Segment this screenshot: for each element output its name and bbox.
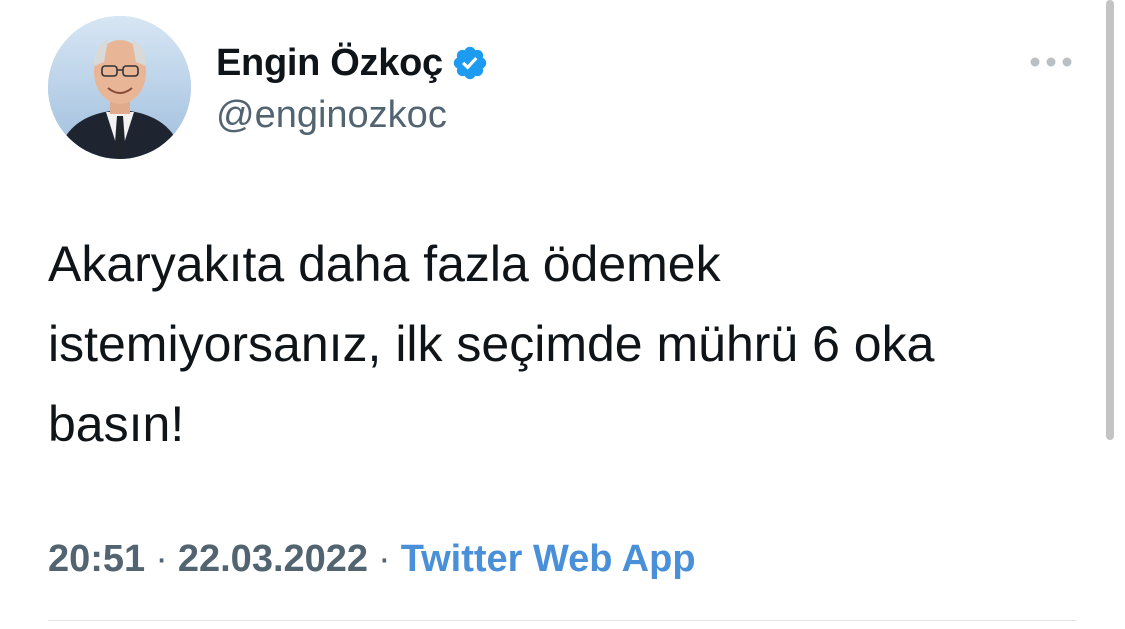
tweet-time[interactable]: 20:51 (48, 538, 145, 580)
tweet-date[interactable]: 22.03.2022 (178, 538, 368, 580)
tweet-metadata: 20:51 · 22.03.2022 · Twitter Web App (48, 538, 696, 581)
scrollbar[interactable] (1106, 0, 1114, 440)
more-options-icon[interactable] (1028, 52, 1074, 72)
meta-separator: · (155, 538, 168, 580)
tweet-detail: Engin Özkoç @enginozkoc Akaryakıta daha … (0, 0, 1125, 629)
avatar-photo (48, 16, 191, 159)
tweet-source-link[interactable]: Twitter Web App (401, 538, 696, 580)
author-display-name[interactable]: Engin Özkoç (216, 42, 443, 85)
meta-separator: · (378, 538, 391, 580)
divider (48, 620, 1077, 621)
author-handle[interactable]: @enginozkoc (216, 94, 447, 137)
author-name-row[interactable]: Engin Özkoç (216, 38, 489, 88)
author-avatar[interactable] (48, 16, 191, 159)
verified-badge-icon (451, 44, 489, 82)
tweet-text: Akaryakıta daha fazla ödemek istemiyorsa… (48, 236, 935, 452)
